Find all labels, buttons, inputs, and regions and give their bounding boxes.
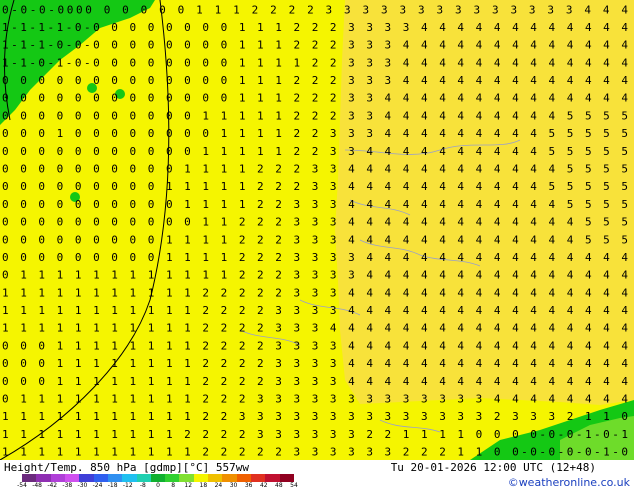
- legend-swatch: [79, 474, 94, 482]
- legend-tick-label: -12: [122, 482, 133, 489]
- value-row: 1 1 1 1 1 1 1 1 1 1 1 2 2 3 3 3 3 3 3 3 …: [2, 410, 628, 423]
- legend-tick-label: -24: [92, 482, 103, 489]
- legend-swatch: [208, 474, 223, 482]
- legend-swatch: [93, 474, 108, 482]
- value-row: 0 0 0 0 0 0 0 0 0 0 0 0 0 1 1 1 2 2 2 3 …: [2, 92, 628, 105]
- value-row: 0 0 0 0 0 0 0 0 0 1 1 1 1 2 2 2 3 3 3 3 …: [2, 251, 628, 264]
- value-row: 0 0 0 0 0 0 0 0 0 0 0 1 1 1 1 1 2 2 3 3 …: [2, 145, 628, 158]
- value-row: 0 0 0 1 1 1 1 1 1 1 1 2 2 2 2 3 3 3 3 4 …: [2, 357, 628, 370]
- value-row: 1-1-1-0-0-0 0 0 0 0 0 0 0 1 1 1 2 2 2 3 …: [2, 39, 628, 52]
- legend-swatch: [179, 474, 194, 482]
- legend-tick-label: 18: [199, 482, 208, 489]
- legend-ticks: -54 -48 -42 -38 -30 -24 -18 -12 -8 0 8 12 18 24 30 36 42…: [14, 482, 304, 490]
- legend-tick-label: 0: [156, 482, 160, 489]
- legend-tick-label: 30: [229, 482, 238, 489]
- legend-swatch: [136, 474, 151, 482]
- legend-swatch: [64, 474, 80, 482]
- legend-tick-label: -18: [107, 482, 118, 489]
- legend-tick-label: 8: [171, 482, 176, 489]
- legend-tick-label: 42: [259, 482, 268, 489]
- value-row: 0 0 0 0 0 0 0 0 0 0 0 0 0 1 1 1 2 2 2 3 …: [2, 74, 628, 87]
- value-row: 1-1-1-1-0-0 0 0 0 0 0 0 0 1 1 1 2 2 2 3 …: [2, 21, 628, 34]
- value-row: 1 1 1 1 1 1 1 1 1 1 1 2 2 2 2 2 3 3 3 3 …: [2, 446, 628, 459]
- legend-tick-label: 48: [275, 482, 283, 489]
- legend-swatch: [107, 474, 123, 482]
- legend-tick-label: -48: [32, 482, 43, 489]
- value-row: 0 0 0 0 0 0 0 0 0 0 0 1 1 2 2 2 3 3 3 4 …: [2, 216, 628, 229]
- value-row: 1 1 1 1 1 1 1 1 1 1 2 2 2 2 3 3 3 3 3 3 …: [2, 428, 628, 441]
- map-title: Height/Temp. 850 hPa [gdmp][°C] 557ww: [4, 461, 250, 474]
- value-row: 0 0 0 0 0 0 0 0 0 0 0 1 1 1 1 1 2 2 2 3 …: [2, 109, 628, 122]
- value-row: 1 1 1 1 1 1 1 1 1 1 1 2 2 2 2 3 3 3 4 4 …: [2, 322, 628, 335]
- value-row: 0 0 0 1 1 1 1 1 1 1 1 2 2 2 2 3 3 3 3 4 …: [2, 339, 628, 352]
- value-row: 0 0 0 1 0 0 0 0 0 0 0 0 1 1 1 1 2 2 3 3 …: [2, 127, 628, 140]
- legend-tick-label: -42: [47, 482, 58, 489]
- legend-tick-label: -8: [139, 482, 146, 489]
- legend-swatch: [265, 474, 280, 482]
- value-row: 0 1 1 1 1 1 1 1 1 1 1 2 2 2 3 3 3 3 3 3 …: [2, 393, 628, 406]
- value-row: 0 0 0 0 0 0 0 0 0 0 1 1 1 1 2 2 2 3 3 4 …: [2, 163, 628, 176]
- value-row: 0 1 1 1 1 1 1 1 1 1 1 1 1 2 2 2 3 3 3 3 …: [2, 269, 628, 282]
- site-credit[interactable]: ©weatheronline.co.uk: [508, 476, 630, 489]
- legend-tick-label: -30: [77, 482, 88, 489]
- value-row: 1-1-0-1-0-0 0 0 0 0 0 0 0 1 1 1 1 2 2 3 …: [2, 56, 628, 69]
- legend-swatch: [193, 474, 209, 482]
- legend-swatch: [36, 474, 51, 482]
- valid-time: Tu 20-01-2026 12:00 UTC (12+48): [390, 461, 596, 474]
- value-row: 0 0 0 0 0 0 0 0 0 1 1 1 1 1 2 2 2 3 3 4 …: [2, 180, 628, 193]
- map-footer: Height/Temp. 850 hPa [gdmp][°C] 557ww Tu…: [0, 460, 634, 490]
- value-row: 0 0 0 0 0 0 0 0 0 1 1 1 1 2 2 2 3 3 3 4 …: [2, 233, 628, 246]
- legend-tick-label: 12: [184, 482, 193, 489]
- color-legend: [22, 474, 294, 482]
- legend-swatch: [150, 474, 166, 482]
- map-canvas: 0-0-0-0000 0 0 0 0 0 1 1 1 2 2 2 2 3 3 3…: [0, 0, 634, 460]
- legend-tick-label: 54: [290, 482, 298, 489]
- legend-tick-label: 36: [244, 482, 253, 489]
- legend-swatch: [236, 474, 251, 482]
- legend-tick-label: 24: [214, 482, 223, 489]
- value-row: 1 1 1 1 1 1 1 1 1 1 1 2 2 2 2 3 3 3 3 4 …: [2, 304, 628, 317]
- legend-tick-label: -54: [17, 482, 27, 489]
- legend-swatch: [222, 474, 237, 482]
- legend-swatch: [22, 474, 37, 482]
- legend-swatch: [279, 474, 294, 482]
- value-row: 0 0 0 0 0 0 0 0 0 0 1 1 1 1 2 2 3 3 3 4 …: [2, 198, 628, 211]
- legend-tick-label: -38: [62, 482, 73, 489]
- value-row: 0 0 0 1 1 1 1 1 1 1 1 2 2 2 2 3 3 3 3 4 …: [2, 375, 628, 388]
- legend-swatch: [251, 474, 266, 482]
- legend-swatch: [50, 474, 65, 482]
- value-row: 1 1 1 1 1 1 1 1 1 1 1 2 2 2 2 2 3 3 3 4 …: [2, 286, 628, 299]
- legend-swatch: [122, 474, 137, 482]
- forecast-map: 0-0-0-0000 0 0 0 0 0 1 1 1 2 2 2 2 3 3 3…: [0, 0, 634, 460]
- legend-swatch: [165, 474, 180, 482]
